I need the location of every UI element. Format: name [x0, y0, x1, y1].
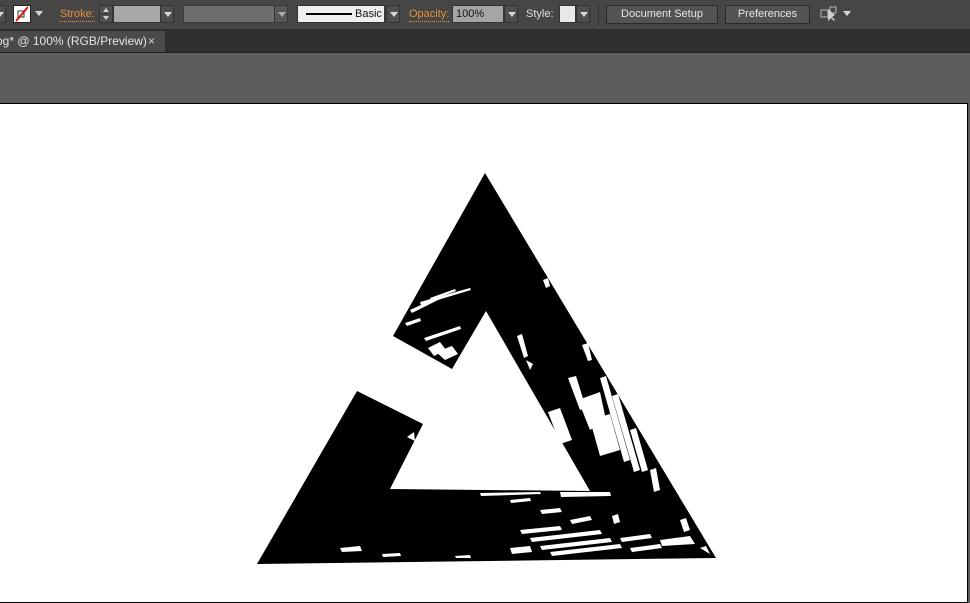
impossible-triangle-logo [257, 173, 716, 564]
triangle-body [257, 173, 716, 564]
